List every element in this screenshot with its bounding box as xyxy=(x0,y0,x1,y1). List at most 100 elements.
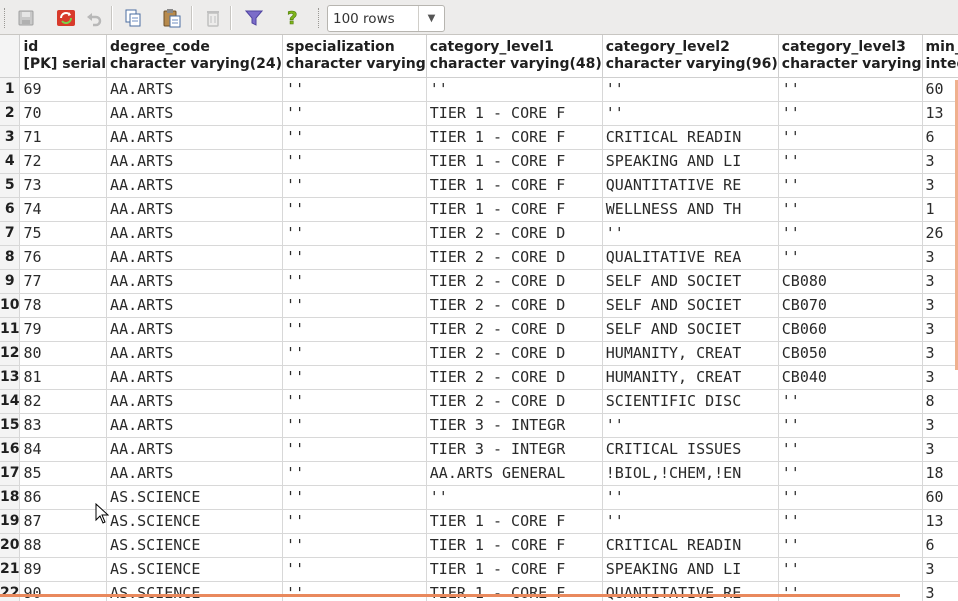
table-cell[interactable]: AA.ARTS xyxy=(106,221,284,246)
table-cell[interactable]: AA.ARTS xyxy=(106,125,284,150)
table-cell[interactable]: 6 xyxy=(922,125,958,150)
table-cell[interactable]: 3 xyxy=(922,437,958,462)
table-cell[interactable]: TIER 3 - INTEGR xyxy=(426,413,603,438)
table-cell[interactable]: AA.ARTS xyxy=(106,461,284,486)
table-cell[interactable]: AA.ARTS xyxy=(106,149,284,174)
table-cell[interactable]: '' xyxy=(282,125,427,150)
table-cell[interactable]: '' xyxy=(602,101,779,126)
table-cell[interactable]: '' xyxy=(778,149,923,174)
table-cell[interactable]: 3 xyxy=(922,245,958,270)
table-cell[interactable]: 26 xyxy=(922,221,958,246)
table-cell[interactable]: '' xyxy=(602,221,779,246)
table-cell[interactable]: '' xyxy=(282,173,427,198)
table-row[interactable]: 1987AS.SCIENCE''TIER 1 - CORE F''''1317'… xyxy=(0,509,958,534)
table-cell[interactable]: 88 xyxy=(19,533,108,558)
table-cell[interactable]: TIER 1 - CORE F xyxy=(426,533,603,558)
table-row[interactable]: 17 85 AA.ARTS '' AA.ARTS GENERAL !BIOL,!CHEM,… xyxy=(0,461,958,486)
table-cell[interactable]: '' xyxy=(778,221,923,246)
table-cell[interactable]: TIER 2 - CORE D xyxy=(426,317,603,342)
table-cell[interactable]: TIER 1 - CORE F xyxy=(426,557,603,582)
table-cell[interactable]: 78 xyxy=(19,293,108,318)
table-cell[interactable]: SPEAKING AND LI xyxy=(602,149,779,174)
table-cell[interactable]: AA.ARTS xyxy=(106,101,284,126)
row-number[interactable]: 19 xyxy=(0,509,21,534)
row-number[interactable]: 6 xyxy=(0,197,21,222)
table-cell[interactable]: '' xyxy=(282,581,427,601)
table-cell[interactable]: 6 xyxy=(922,533,958,558)
row-number-header[interactable] xyxy=(0,35,21,78)
table-cell[interactable]: 3 xyxy=(922,317,958,342)
table-cell[interactable]: 3 xyxy=(922,341,958,366)
table-cell[interactable]: '' xyxy=(602,77,779,102)
table-cell[interactable]: '' xyxy=(602,485,779,510)
table-cell[interactable]: '' xyxy=(282,269,427,294)
table-cell[interactable]: CRITICAL READIN xyxy=(602,533,779,558)
table-cell[interactable]: '' xyxy=(426,485,603,510)
row-limit-select[interactable]: 100 rows ▼ xyxy=(327,5,445,32)
table-cell[interactable]: '' xyxy=(602,413,779,438)
table-cell[interactable]: TIER 1 - CORE F xyxy=(426,509,603,534)
table-cell[interactable]: '' xyxy=(778,101,923,126)
table-cell[interactable]: AA.ARTS xyxy=(106,293,284,318)
table-cell[interactable]: 86 xyxy=(19,485,108,510)
table-cell[interactable]: '' xyxy=(778,509,923,534)
table-cell[interactable]: 3 xyxy=(922,557,958,582)
table-row[interactable]: 270AA.ARTS''TIER 1 - CORE F''''1317'' xyxy=(0,101,958,126)
column-header[interactable]: category_level2 character varying(96) xyxy=(602,35,779,78)
toolbar-grip[interactable] xyxy=(318,8,321,28)
row-number[interactable]: 3 xyxy=(0,125,21,150)
table-cell[interactable]: 3 xyxy=(922,149,958,174)
table-cell[interactable]: 3 xyxy=(922,581,958,601)
table-cell[interactable]: '' xyxy=(778,557,923,582)
table-row[interactable]: 13 81 AA.ARTS '' TIER 2 - CORE D HUMANITY, CR… xyxy=(0,365,958,390)
table-cell[interactable]: TIER 1 - CORE F xyxy=(426,101,603,126)
table-cell[interactable]: SPEAKING AND LI xyxy=(602,557,779,582)
table-cell[interactable]: 60 xyxy=(922,77,958,102)
row-number[interactable]: 14 xyxy=(0,389,21,414)
table-cell[interactable]: 76 xyxy=(19,245,108,270)
table-row[interactable]: 169AA.ARTS''''''''6064'' xyxy=(0,77,958,102)
table-cell[interactable]: '' xyxy=(778,245,923,270)
table-cell[interactable]: 79 xyxy=(19,317,108,342)
table-cell[interactable]: '' xyxy=(778,413,923,438)
delete-button[interactable] xyxy=(201,6,225,30)
table-cell[interactable]: '' xyxy=(778,173,923,198)
table-cell[interactable]: AA.ARTS xyxy=(106,269,284,294)
table-cell[interactable]: '' xyxy=(282,461,427,486)
row-number[interactable]: 15 xyxy=(0,413,21,438)
table-cell[interactable]: '' xyxy=(282,101,427,126)
table-cell[interactable]: 83 xyxy=(19,413,108,438)
table-cell[interactable]: 90 xyxy=(19,581,108,601)
table-cell[interactable]: TIER 2 - CORE D xyxy=(426,293,603,318)
row-number[interactable]: 20 xyxy=(0,533,21,558)
table-cell[interactable]: CB070 xyxy=(778,293,923,318)
table-cell[interactable]: 80 xyxy=(19,341,108,366)
column-header[interactable]: category_level3 character varying xyxy=(778,35,923,78)
table-cell[interactable]: 3 xyxy=(922,173,958,198)
table-cell[interactable]: CB040 xyxy=(778,365,923,390)
row-number[interactable]: 2 xyxy=(0,101,21,126)
table-cell[interactable]: 75 xyxy=(19,221,108,246)
table-cell[interactable]: CB060 xyxy=(778,317,923,342)
table-row[interactable]: 9 77 AA.ARTS '' TIER 2 - CORE D SELF AND SOCI… xyxy=(0,269,958,294)
table-row[interactable]: 20 88 AS.SCIENCE '' TIER 1 - CORE F CRITICAL … xyxy=(0,533,958,558)
table-cell[interactable]: 60 xyxy=(922,485,958,510)
table-row[interactable]: 16 84 AA.ARTS '' TIER 3 - INTEGR CRITICAL ISS… xyxy=(0,437,958,462)
save-button[interactable] xyxy=(14,6,38,30)
column-header[interactable]: min_creditinteger xyxy=(922,35,958,78)
table-cell[interactable]: 69 xyxy=(19,77,108,102)
table-cell[interactable]: '' xyxy=(282,389,427,414)
table-cell[interactable]: CB050 xyxy=(778,341,923,366)
table-cell[interactable]: 72 xyxy=(19,149,108,174)
table-cell[interactable]: AA.ARTS xyxy=(106,413,284,438)
table-cell[interactable]: !BIOL,!CHEM,!EN xyxy=(602,461,779,486)
table-cell[interactable]: 84 xyxy=(19,437,108,462)
table-cell[interactable]: '' xyxy=(282,293,427,318)
table-cell[interactable]: '' xyxy=(282,221,427,246)
table-cell[interactable]: 18 xyxy=(922,461,958,486)
table-cell[interactable]: TIER 2 - CORE D xyxy=(426,269,603,294)
table-cell[interactable]: AS.SCIENCE xyxy=(106,581,284,601)
table-cell[interactable]: 3 xyxy=(922,293,958,318)
table-cell[interactable]: TIER 2 - CORE D xyxy=(426,341,603,366)
table-cell[interactable]: '' xyxy=(282,197,427,222)
